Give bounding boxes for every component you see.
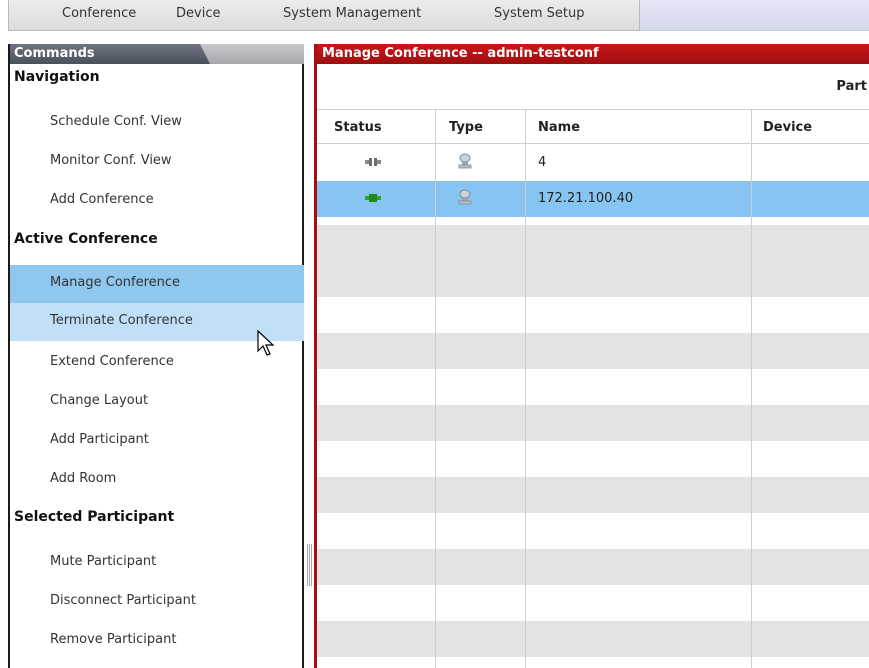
empty-row — [317, 369, 869, 405]
empty-row — [317, 261, 869, 297]
splitter-grip-line — [307, 544, 308, 586]
row-gap — [317, 217, 869, 225]
panel-splitter-handle[interactable] — [306, 544, 314, 586]
cmd-terminate-conference[interactable]: Terminate Conference — [10, 303, 304, 341]
cmd-change-layout[interactable]: Change Layout — [10, 383, 304, 421]
empty-row — [317, 549, 869, 585]
panel-title: Manage Conference -- admin-testconf — [322, 46, 599, 61]
participants-header-label: Part — [836, 79, 867, 94]
column-header-name[interactable]: Name — [538, 120, 580, 135]
cmd-manage-conference[interactable]: Manage Conference — [10, 265, 304, 303]
cmd-extend-conference[interactable]: Extend Conference — [10, 344, 304, 382]
column-header-device[interactable]: Device — [763, 120, 812, 135]
menu-system-setup[interactable]: System Setup — [494, 6, 584, 21]
menu-device[interactable]: Device — [176, 6, 220, 21]
participant-name: 172.21.100.40 — [538, 191, 634, 206]
panel-title-bar: Manage Conference -- admin-testconf — [317, 44, 869, 64]
cmd-disconnect-participant[interactable]: Disconnect Participant — [10, 583, 304, 621]
manage-conference-panel: Manage Conference -- admin-testconf Part — [314, 44, 869, 668]
empty-row — [317, 297, 869, 333]
participants-grid: 4 172.21.100.40 Status Type Name Device — [317, 110, 869, 668]
participant-row[interactable]: 4 — [317, 145, 869, 181]
menu-system-management[interactable]: System Management — [283, 6, 421, 21]
cmd-add-room[interactable]: Add Room — [10, 461, 304, 499]
empty-row — [317, 585, 869, 621]
column-header-status[interactable]: Status — [334, 120, 382, 135]
participant-name: 4 — [538, 155, 547, 170]
column-header-type[interactable]: Type — [449, 120, 483, 135]
menu-conference[interactable]: Conference — [62, 6, 136, 21]
section-selected-participant: Selected Participant — [14, 509, 175, 525]
cmd-add-conference[interactable]: Add Conference — [10, 182, 304, 220]
section-navigation: Navigation — [14, 69, 100, 85]
column-separator — [525, 110, 526, 668]
splitter-grip-line — [309, 544, 310, 586]
connected-status-icon — [365, 194, 381, 202]
splitter-grip-line — [311, 544, 312, 586]
empty-row — [317, 333, 869, 369]
commands-list: Navigation Schedule Conf. View Monitor C… — [10, 64, 304, 668]
menu-strip-filler — [640, 0, 869, 31]
cmd-monitor-conf-view[interactable]: Monitor Conf. View — [10, 143, 304, 181]
disconnected-status-icon — [365, 158, 381, 166]
empty-row — [317, 657, 869, 668]
grid-header: Status Type Name Device — [317, 110, 869, 144]
commands-title: Commands — [14, 46, 95, 61]
empty-row — [317, 225, 869, 261]
cmd-mute-participant[interactable]: Mute Participant — [10, 544, 304, 582]
cmd-add-participant[interactable]: Add Participant — [10, 422, 304, 460]
menu-bar: Conference Device System Management Syst… — [0, 0, 869, 38]
cmd-remove-participant[interactable]: Remove Participant — [10, 622, 304, 660]
endpoint-type-icon — [458, 153, 472, 169]
endpoint-type-icon — [458, 189, 472, 205]
empty-row — [317, 405, 869, 441]
empty-row — [317, 477, 869, 513]
cmd-schedule-conf-view[interactable]: Schedule Conf. View — [10, 104, 304, 142]
column-separator — [751, 110, 752, 668]
participants-header: Part — [317, 64, 869, 110]
column-separator — [435, 110, 436, 668]
commands-tab: Commands — [10, 44, 304, 64]
commands-panel: Commands Navigation Schedule Conf. View … — [8, 44, 304, 668]
empty-row — [317, 621, 869, 657]
empty-row — [317, 441, 869, 477]
section-active-conference: Active Conference — [14, 231, 158, 247]
participant-row-selected[interactable]: 172.21.100.40 — [317, 181, 869, 217]
empty-row — [317, 513, 869, 549]
